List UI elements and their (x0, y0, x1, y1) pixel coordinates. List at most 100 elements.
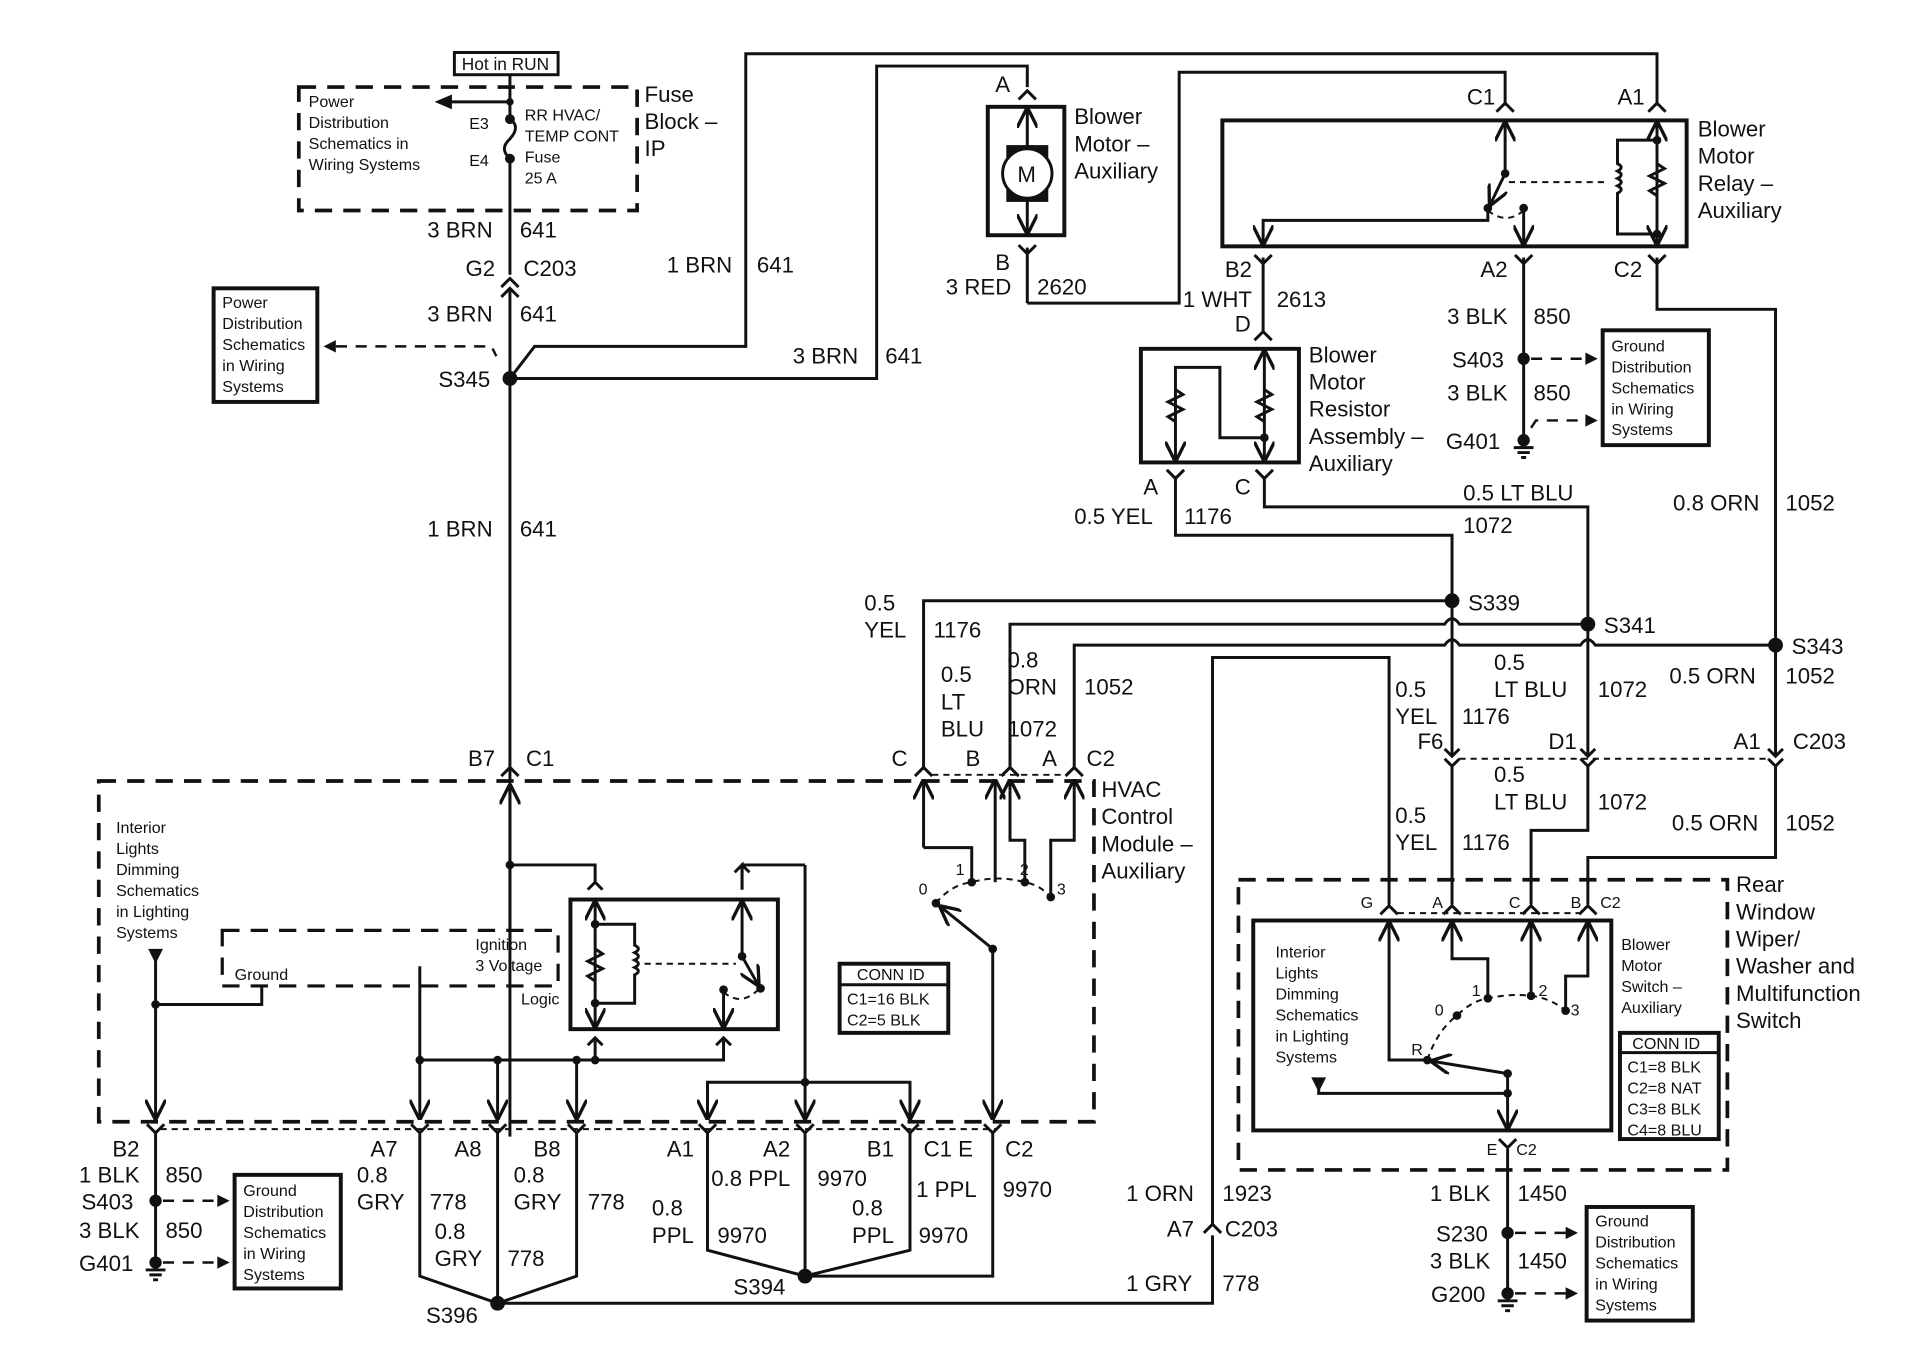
arrow-left-icon (217, 1256, 230, 1269)
pin-label: C2 (1087, 746, 1115, 771)
wire-circuit: 1052 (1785, 491, 1834, 516)
pin-label: A8 (454, 1136, 481, 1161)
arrow-left-icon (1585, 414, 1598, 427)
component-title: Blower (1074, 104, 1143, 129)
wire-color: LT (941, 689, 966, 714)
conn-id-title: CONN ID (1632, 1035, 1700, 1053)
ref-text: Schematics (1611, 379, 1694, 397)
wire-color: 1 PPL (916, 1177, 977, 1202)
relay-coil-icon (1614, 138, 1658, 236)
wire-color: ORN (1008, 675, 1057, 700)
relay-coil-icon (595, 922, 640, 1005)
wire-circuit: 778 (1222, 1271, 1259, 1296)
pin-label: A (1143, 475, 1158, 500)
ref-text: Systems (1595, 1297, 1657, 1315)
conn-id-entry: C1=8 BLK (1627, 1058, 1701, 1076)
blower-motor-resistor-assembly: Blower Motor Resistor Assembly – Auxilia… (1138, 342, 1424, 500)
wire-circuit: 1176 (933, 618, 981, 643)
switch-position-label: R (1411, 1041, 1423, 1059)
wire-circuit: 1072 (1598, 677, 1647, 702)
ref-text: in Wiring (222, 357, 284, 375)
pin-label: A (1432, 894, 1443, 912)
wire-color: 1 BRN (667, 252, 732, 277)
ref-text: Lights (1275, 965, 1318, 983)
pin-label: A2 (763, 1136, 790, 1161)
wire-color: 0.8 PPL (711, 1166, 790, 1191)
pin-label: C2 (1600, 894, 1621, 912)
rear-window-wiper-washer-multifunction-switch: Rear Window Wiper/ Washer and Multifunct… (1236, 872, 1861, 1172)
wire-circuit: 850 (1534, 381, 1571, 406)
wire-color: YEL (1395, 830, 1437, 855)
splice-s403b (149, 1194, 162, 1207)
ref-text: Systems (222, 378, 284, 396)
switch-position-label: 0 (1435, 1002, 1444, 1020)
power-ref-line: Wiring Systems (309, 156, 420, 174)
ground-label: G401 (79, 1251, 133, 1276)
wire-circuit: 778 (507, 1246, 544, 1271)
fuse-name: RR HVAC/ (525, 106, 601, 124)
fuse-pin-e3: E3 (469, 115, 489, 133)
pin-label: C1 (1467, 84, 1495, 109)
pin-label: A2 (1480, 257, 1507, 282)
pin-label: A7 (370, 1136, 397, 1161)
wire-color: 0.8 (852, 1196, 883, 1221)
switch-position-label: 2 (1538, 982, 1547, 1000)
motor-symbol: M (1017, 162, 1036, 187)
switch-position-label: 3 (1571, 1002, 1580, 1020)
logic-ignition-label: Ignition (475, 936, 527, 954)
ground-label: G200 (1431, 1282, 1485, 1307)
conn-id-entry: C2=8 NAT (1627, 1079, 1701, 1097)
wiring-schematic: Hot in RUN Power Distribution Schematics… (79, 51, 1861, 1328)
fuse-block-title: IP (645, 136, 666, 161)
fuse-name: TEMP CONT (525, 127, 619, 145)
fuse-block-title: Block – (645, 109, 719, 134)
component-title: Multifunction (1736, 981, 1861, 1006)
wire-circuit: 1450 (1517, 1249, 1566, 1274)
wire-circuit: 850 (1534, 304, 1571, 329)
fuse-icon (502, 117, 517, 160)
ref-text: Distribution (222, 315, 302, 333)
component-title: Auxiliary (1074, 158, 1159, 183)
wire-color: 3 BLK (1430, 1249, 1491, 1274)
wire-color: GRY (514, 1189, 562, 1214)
wire-color: GRY (435, 1246, 483, 1271)
pin-label: B (966, 746, 981, 771)
pin-label: C1 E (924, 1136, 973, 1161)
ground-g200 (1501, 1287, 1514, 1300)
switch-position-label: 3 (1057, 881, 1066, 899)
wire-circuit: 850 (165, 1218, 202, 1243)
switch-position-label: 1 (1472, 982, 1481, 1000)
wire-color: LT BLU (1494, 677, 1567, 702)
component-title: Motor – (1074, 131, 1150, 156)
wire-color: 0.5 (1494, 762, 1525, 787)
wire-color: 1 BLK (79, 1162, 140, 1187)
splice-label: S394 (733, 1275, 785, 1300)
wire-color: 0.5 (1395, 677, 1426, 702)
pin-label: C1 (526, 746, 554, 771)
ref-text: Systems (1611, 421, 1673, 439)
connector-label: A7 (1167, 1217, 1194, 1242)
ground-icon (1513, 446, 1534, 459)
connector-label: F6 (1417, 729, 1443, 754)
wire-color: GRY (357, 1189, 405, 1214)
component-title: Auxiliary (1309, 451, 1394, 476)
wire-color: 3 RED (946, 275, 1011, 300)
component-title: Rear (1736, 872, 1785, 897)
ground-icon (1497, 1299, 1518, 1313)
wire-color: 1 WHT (1183, 287, 1253, 312)
ref-text: in Lighting (1275, 1028, 1348, 1046)
wire-circuit: 1923 (1222, 1181, 1271, 1206)
wire-circuit: 1176 (1184, 504, 1232, 529)
component-title: Motor (1309, 370, 1366, 395)
splice-label: S396 (426, 1303, 478, 1328)
splice-label: S339 (1468, 591, 1520, 616)
fuse-pin-e4: E4 (469, 152, 489, 170)
wire-color: 0.5 ORN (1672, 810, 1758, 835)
power-ref-line: Schematics in (309, 135, 409, 153)
ref-text: Ground (1611, 337, 1665, 355)
conn-id-title: CONN ID (857, 966, 925, 984)
wire-circuit: 1176 (1462, 830, 1510, 855)
wire-color: 1 ORN (1126, 1181, 1194, 1206)
wire-circuit: 641 (757, 252, 794, 277)
pin-label: C2 (1005, 1136, 1033, 1161)
